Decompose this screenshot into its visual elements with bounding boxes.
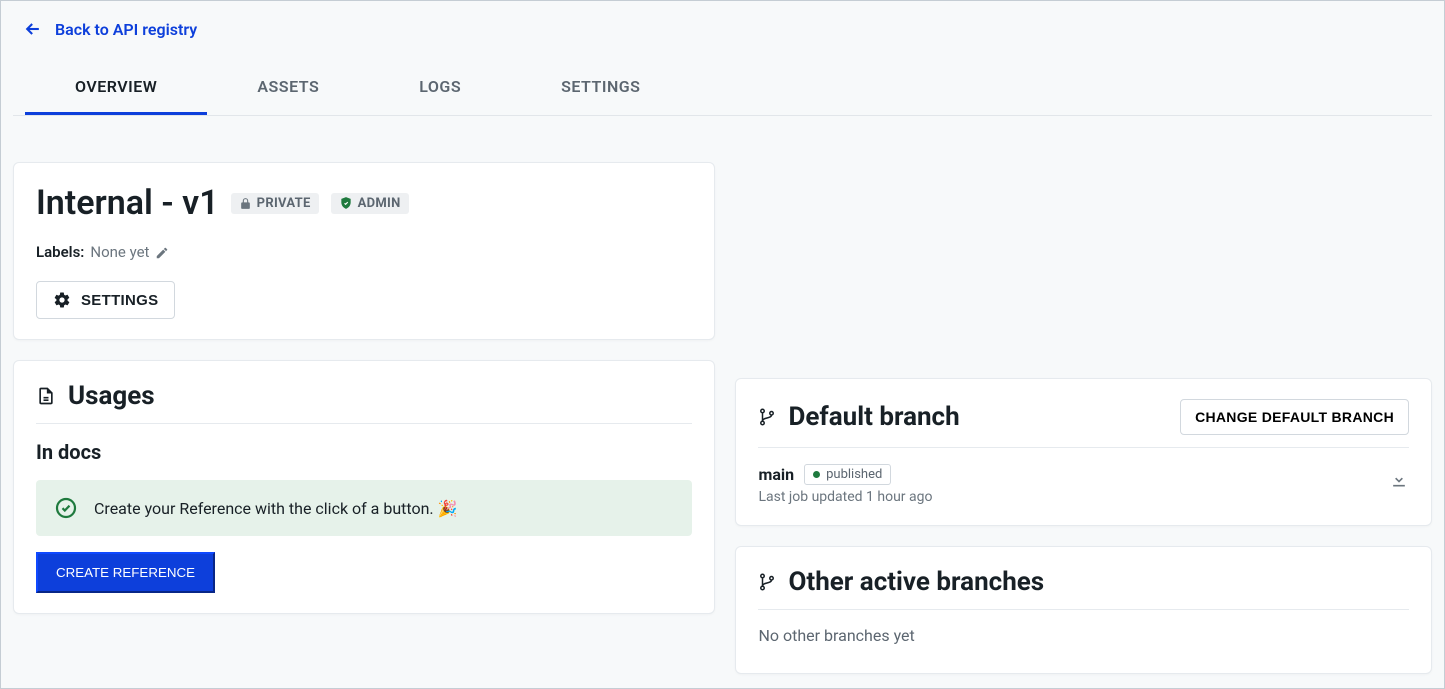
usages-title: Usages [68,381,155,411]
branch-icon [758,573,776,591]
change-default-branch-button[interactable]: CHANGE DEFAULT BRANCH [1180,399,1409,435]
tab-bar: OVERVIEW ASSETS LOGS SETTINGS [13,63,1432,116]
party-popper-icon: 🎉 [438,499,458,518]
private-badge: PRIVATE [231,193,319,214]
download-icon [1389,469,1409,489]
tab-settings[interactable]: SETTINGS [511,63,690,115]
branch-icon [758,408,776,426]
labels-label: Labels: [36,243,84,261]
branch-status-label: published [826,467,882,482]
document-icon [36,386,56,406]
private-badge-label: PRIVATE [257,196,311,211]
admin-badge: ADMIN [331,193,409,214]
create-reference-banner: Create your Reference with the click of … [36,480,692,536]
usages-card: Usages In docs Create your Reference wit… [13,360,715,614]
pencil-icon [155,246,169,260]
in-docs-label: In docs [36,440,692,464]
status-dot-icon [813,471,820,478]
back-to-registry-link[interactable]: Back to API registry [1,1,219,55]
tab-assets[interactable]: ASSETS [207,63,369,115]
other-branches-empty: No other branches yet [758,626,1409,645]
gear-icon [53,291,71,309]
labels-value: None yet [90,243,149,261]
other-branches-title: Other active branches [788,567,1044,597]
default-branch-title: Default branch [788,402,959,432]
download-button[interactable] [1389,468,1409,489]
branch-status-chip: published [804,464,891,485]
settings-button[interactable]: SETTINGS [36,281,175,319]
branch-meta: Last job updated 1 hour ago [758,489,932,505]
api-header-card: Internal - v1 PRIVATE ADMIN Labels: None… [13,162,715,340]
tab-logs[interactable]: LOGS [369,63,511,115]
admin-badge-label: ADMIN [358,196,401,211]
check-circle-icon [54,496,78,520]
tab-overview[interactable]: OVERVIEW [25,63,207,115]
change-default-branch-label: CHANGE DEFAULT BRANCH [1195,409,1394,425]
arrow-left-icon [23,19,43,39]
api-title: Internal - v1 [36,183,219,223]
shield-check-icon [339,196,353,210]
other-branches-card: Other active branches No other branches … [735,546,1432,674]
branch-name: main [758,465,794,484]
default-branch-card: Default branch CHANGE DEFAULT BRANCH mai… [735,378,1432,526]
edit-labels-button[interactable] [155,243,169,261]
create-reference-label: CREATE REFERENCE [56,565,195,580]
settings-button-label: SETTINGS [81,292,158,309]
banner-text: Create your Reference with the click of … [94,499,434,518]
lock-icon [239,197,252,210]
back-link-label: Back to API registry [55,20,197,39]
create-reference-button[interactable]: CREATE REFERENCE [36,552,215,593]
